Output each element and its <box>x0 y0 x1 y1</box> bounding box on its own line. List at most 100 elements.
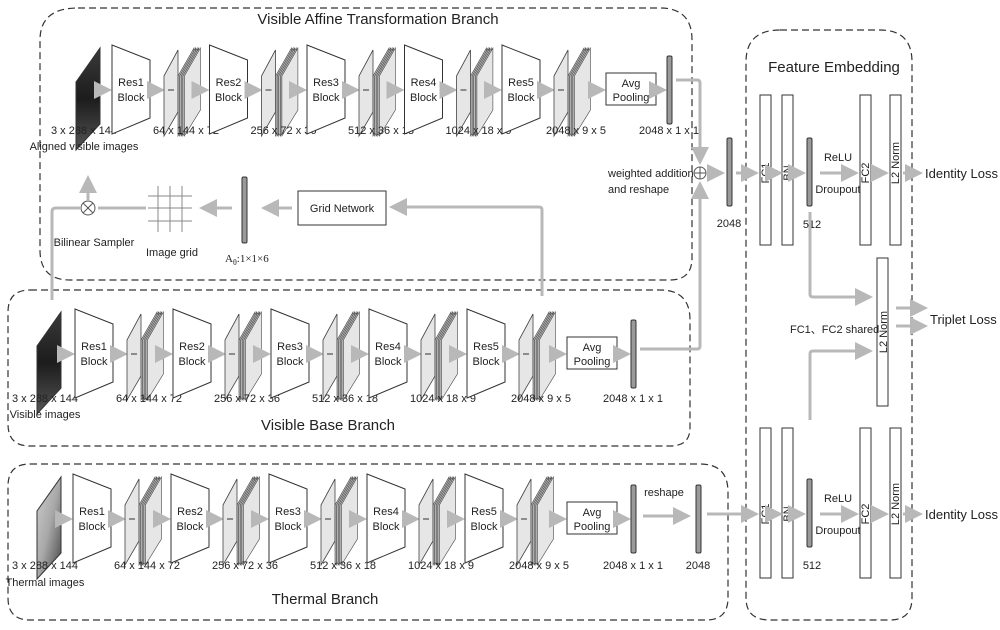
base-avg-pooling-label: Pooling <box>574 356 611 368</box>
thermal-feature-map-3 <box>320 475 358 567</box>
thermal-pooled-dims: 2048 x 1 x 1 <box>603 560 663 572</box>
fused-vector-dims: 2048 <box>717 218 741 230</box>
base-res-block-label: Res5 <box>473 341 499 353</box>
weighted-addition-icon <box>693 166 707 180</box>
architecture-diagram: Visible Affine Transformation Branch Vis… <box>6 7 998 621</box>
base-input-dims: 3 x 288 x 144 <box>12 393 78 405</box>
base-res-block-label: Block <box>473 356 500 368</box>
top-bn-label: BN <box>782 165 794 180</box>
triplet-loss-label: Triplet Loss <box>930 312 997 327</box>
affine-res-block-label: Block <box>118 92 145 104</box>
thermal-res-block-label: Res1 <box>79 506 105 518</box>
thermal-input-dims: 3 x 288 x 144 <box>12 560 78 572</box>
affine-feature-dims: 2048 x 9 x 5 <box>546 125 606 137</box>
base-feature-map-2 <box>224 310 262 402</box>
affine-res-block-label: Res4 <box>411 77 437 89</box>
thermal-res-block-label: Block <box>471 521 498 533</box>
affine-res-block-label: Res5 <box>508 77 534 89</box>
top-dropout-label: Droupout <box>815 184 860 196</box>
affine-feature-map-4 <box>456 46 494 138</box>
base-res-block-label: Res3 <box>277 341 303 353</box>
affine-res-block-3 <box>306 44 346 135</box>
fusion-label-line1: weighted addition <box>607 168 694 180</box>
top-512-dims: 512 <box>803 219 821 231</box>
image-grid-icon <box>148 186 192 232</box>
base-feature-map-4 <box>420 310 458 402</box>
bottom-dropout-label: Droupout <box>815 525 860 537</box>
thermal-feature-map-2 <box>222 475 260 567</box>
base-feature-dims: 2048 x 9 x 5 <box>511 393 571 405</box>
base-res-block-label: Block <box>81 356 108 368</box>
embedding-title: Feature Embedding <box>768 59 900 76</box>
base-feature-dims: 1024 x 18 x 9 <box>410 393 476 405</box>
base-res-block-2 <box>172 308 212 399</box>
affine-branch-title: Visible Affine Transformation Branch <box>257 11 498 28</box>
affine-feature-map-2 <box>261 46 299 138</box>
fused-vector <box>726 137 733 207</box>
base-feature-dims: 256 x 72 x 36 <box>214 393 280 405</box>
base-input-to-sampler-line <box>50 206 80 300</box>
affine-input-dims: 3 x 288 x 144 <box>51 125 117 137</box>
thermal-res-block-1 <box>72 473 112 564</box>
bottom-identity-loss-label: Identity Loss <box>925 507 998 522</box>
affine-res-block-1 <box>111 44 151 135</box>
thermal-input-label: Thermal images <box>6 577 85 589</box>
base-res-block-1 <box>74 308 114 399</box>
bottom-512-dims: 512 <box>803 560 821 572</box>
thermal-res-block-2 <box>170 473 210 564</box>
bottom-bn-layer <box>781 427 794 579</box>
base-res-block-label: Res1 <box>81 341 107 353</box>
affine-feature-map-3 <box>358 46 396 138</box>
thermal-feature-map-4 <box>418 475 456 567</box>
embedding-top: FC1 BN FC2 L2 Norm 512 ReLU Droupout Identity L… <box>759 94 998 246</box>
base-pooled-vector <box>630 319 637 389</box>
affine-res-block-label: Block <box>313 92 340 104</box>
thermal-feature-dims: 512 x 36 x 18 <box>310 560 376 572</box>
thermal-reshaped-vector <box>695 484 702 554</box>
base-feature-dims: 512 x 36 x 18 <box>312 393 378 405</box>
shared-l2-norm-label: L2 Norm <box>878 311 890 353</box>
base-branch-row: 3 x 288 x 144 Visible images Res1 Block 64 x… <box>10 308 663 421</box>
base-feature-map-3 <box>322 310 360 402</box>
bilinear-sampler-icon <box>80 200 96 216</box>
affine-res-block-5 <box>501 44 541 135</box>
grid-network-label: Grid Network <box>310 203 375 215</box>
bottom-512-vector <box>806 478 813 548</box>
thermal-res-block-label: Block <box>373 521 400 533</box>
top-identity-loss-label: Identity Loss <box>925 166 998 181</box>
base-feature-map-5 <box>518 310 556 402</box>
thermal-avg-pooling-label: Pooling <box>574 521 611 533</box>
thermal-res-block-label: Block <box>177 521 204 533</box>
thermal-reshaped-dims: 2048 <box>686 560 710 572</box>
base-res-block-label: Block <box>277 356 304 368</box>
base-res-block-label: Res2 <box>179 341 205 353</box>
bottom-fc2-layer <box>859 427 872 579</box>
thermal-res-block-label: Block <box>275 521 302 533</box>
top-512-vector <box>806 137 813 207</box>
thermal-reshape-label: reshape <box>644 487 684 499</box>
thermal-branch-row: 3 x 288 x 144 Thermal images Res1 Block 64 x… <box>6 473 710 589</box>
thermal-res-block-label: Res4 <box>373 506 399 518</box>
shared-note: FC1、FC2 shared <box>790 324 879 336</box>
embedding-bottom: FC1 BN FC2 L2 Norm 512 ReLU Droupout Identity L… <box>759 427 998 579</box>
base-res-block-3 <box>270 308 310 399</box>
thermal-res-block-4 <box>366 473 406 564</box>
base-avg-pooling-label: Avg <box>583 342 602 354</box>
thermal-feature-map-1 <box>124 475 162 567</box>
thermal-avg-pooling-label: Avg <box>583 507 602 519</box>
affine-pooled-vector <box>666 55 673 125</box>
image-grid-label: Image grid <box>146 247 198 259</box>
bottom-fc2-label: FC2 <box>860 504 872 525</box>
thermal-feature-dims: 256 x 72 x 36 <box>212 560 278 572</box>
affine-feature-map-5 <box>553 46 591 138</box>
affine-res-block-2 <box>209 44 248 135</box>
top-relu-label: ReLU <box>824 152 852 164</box>
base-pooled-dims: 2048 x 1 x 1 <box>603 393 663 405</box>
thermal-branch-title: Thermal Branch <box>272 591 379 608</box>
theta-vector <box>241 176 248 244</box>
thermal-feature-dims: 1024 x 18 x 9 <box>408 560 474 572</box>
top-fc1-label: FC1 <box>760 163 772 184</box>
base-feature-dims: 64 x 144 x 72 <box>116 393 182 405</box>
thermal-res-block-label: Block <box>79 521 106 533</box>
bottom-l2-norm-label: L2 Norm <box>890 483 902 525</box>
